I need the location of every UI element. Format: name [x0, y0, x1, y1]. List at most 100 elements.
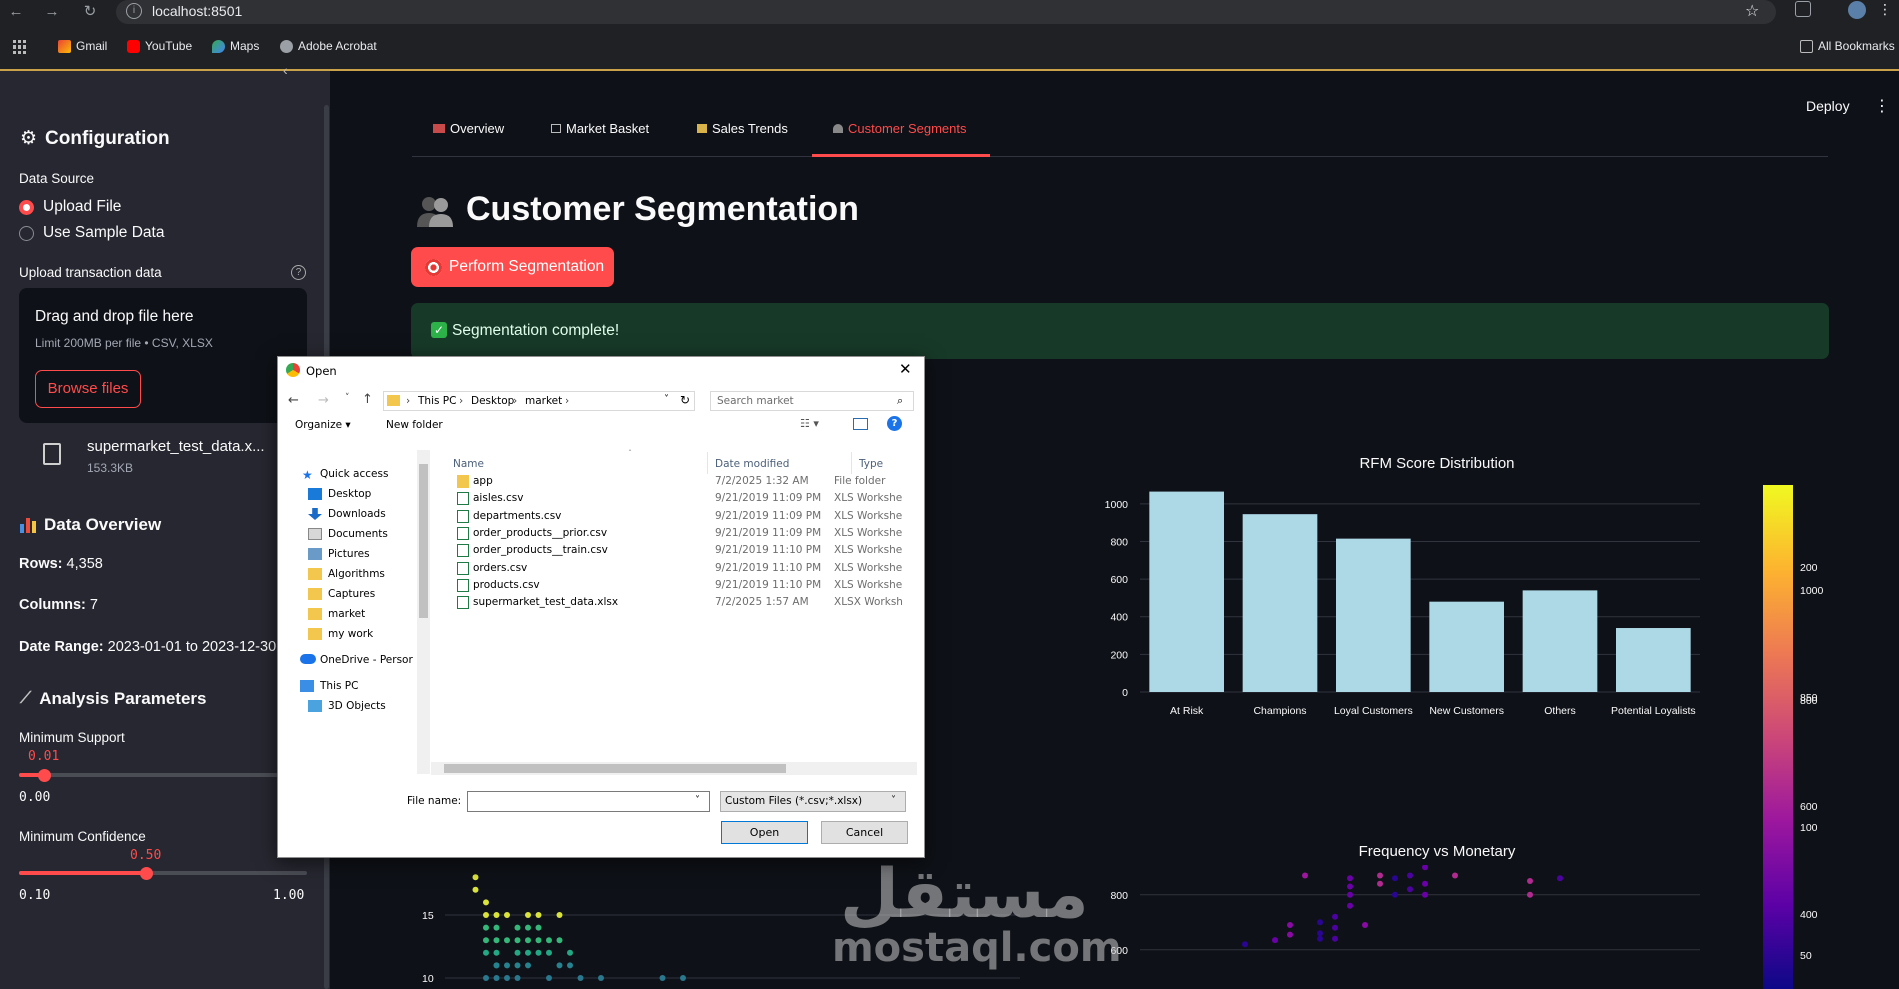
file-type: XLS Workshe	[834, 544, 903, 557]
path-this-pc[interactable]: This PC	[418, 395, 456, 407]
address-bar[interactable]	[116, 0, 1776, 24]
colorbar-label-200: 200	[1800, 562, 1818, 574]
path-desktop[interactable]: Desktop	[471, 395, 514, 407]
bookmark-maps[interactable]: Maps	[212, 39, 259, 53]
file-type: XLS Workshe	[834, 509, 903, 522]
forward-icon[interactable]: →	[42, 2, 62, 22]
tab-overview[interactable]: Overview	[433, 121, 504, 136]
extensions-icon[interactable]	[1795, 1, 1811, 17]
main-menu-icon[interactable]: ⋮	[1874, 96, 1890, 116]
tab-customer-segments[interactable]: Customer Segments	[833, 121, 967, 136]
freq-monetary-scatter[interactable]: 60080010001200	[1090, 865, 1740, 989]
radio-sample-data[interactable]	[19, 226, 34, 241]
col-date[interactable]: Date modified	[715, 458, 789, 470]
file-type-select[interactable]: Custom Files (*.csv;*.xlsx) ˅	[720, 791, 906, 812]
col-name[interactable]: Name	[453, 458, 484, 470]
file-row[interactable]: supermarket_test_data.xlsx 7/2/2025 1:57 …	[453, 594, 913, 612]
nav-my-work[interactable]: my work	[328, 628, 373, 640]
radio-upload-file[interactable]	[19, 200, 34, 215]
scatter-point	[493, 975, 500, 981]
nav-quick-access[interactable]: Quick access	[320, 468, 388, 480]
radio-sample-data-label[interactable]: Use Sample Data	[43, 224, 164, 242]
file-row[interactable]: aisles.csv 9/21/2019 11:09 PM XLS Workshe	[453, 490, 913, 508]
nav-algorithms[interactable]: Algorithms	[328, 568, 385, 580]
open-button[interactable]: Open	[721, 821, 808, 844]
nav-pictures[interactable]: Pictures	[328, 548, 370, 560]
rfm-bar-chart[interactable]: 0 200 400 600 800 1000 At Risk Champions Loyal C…	[1090, 475, 1740, 740]
recent-dropdown-icon[interactable]: ˅	[345, 393, 350, 403]
youtube-icon	[127, 39, 140, 53]
nav-documents[interactable]: Documents	[328, 528, 388, 540]
radio-upload-file-label[interactable]: Upload File	[43, 198, 121, 216]
browse-files-button[interactable]: Browse files	[35, 370, 141, 408]
file-name: aisles.csv	[473, 492, 524, 505]
close-icon[interactable]: ✕	[899, 360, 912, 378]
help-icon[interactable]: ?	[291, 265, 306, 280]
nav-onedrive[interactable]: OneDrive - Persor	[320, 654, 413, 666]
tab-sales-trends[interactable]: Sales Trends	[697, 121, 788, 136]
all-bookmarks[interactable]: All Bookmarks	[1800, 39, 1895, 53]
bookmark-gmail[interactable]: Gmail	[58, 39, 107, 53]
bar	[1429, 601, 1504, 692]
refresh-icon[interactable]: ↻	[680, 393, 690, 407]
nav-this-pc[interactable]: This PC	[320, 680, 358, 692]
min-confidence-thumb[interactable]	[140, 867, 153, 880]
preview-pane-icon[interactable]	[853, 418, 868, 430]
file-row[interactable]: products.csv 9/21/2019 11:10 PM XLS Worksh…	[453, 577, 913, 595]
deploy-button[interactable]: Deploy	[1806, 98, 1850, 114]
up-icon[interactable]: ↑	[362, 392, 373, 407]
nav-downloads[interactable]: Downloads	[328, 508, 386, 520]
path-dropdown-icon[interactable]: ˅	[664, 394, 669, 405]
help-icon[interactable]: ?	[887, 416, 902, 431]
desktop-icon	[308, 488, 322, 500]
file-name-input[interactable]: ˅	[467, 791, 710, 812]
file-row[interactable]: order_products__train.csv 9/21/2019 11:10…	[453, 542, 913, 560]
scatter-point	[1317, 930, 1323, 937]
collapse-sidebar-icon[interactable]: ‹	[283, 62, 288, 78]
organize-menu[interactable]: Organize ▾	[295, 419, 351, 431]
colorbar-label-100: 100	[1800, 822, 1818, 834]
nav-desktop[interactable]: Desktop	[328, 488, 371, 500]
file-hscroll-thumb[interactable]	[444, 764, 786, 773]
folder-icon	[1800, 39, 1813, 53]
apps-grid-icon[interactable]	[13, 40, 27, 54]
cancel-button[interactable]: Cancel	[821, 821, 908, 844]
search-box[interactable]: Search market ⌕	[710, 391, 914, 411]
colorbar-label-600: 600	[1800, 801, 1818, 813]
new-folder-button[interactable]: New folder	[386, 419, 443, 431]
file-hscrollbar[interactable]	[431, 762, 917, 775]
scatter-point	[680, 975, 686, 981]
min-support-thumb[interactable]	[38, 769, 51, 782]
dialog-forward-icon[interactable]: →	[318, 393, 329, 408]
file-row[interactable]: orders.csv 9/21/2019 11:10 PM XLS Workshe	[453, 560, 913, 578]
profile-avatar[interactable]	[1848, 1, 1866, 19]
file-name-dropdown-icon[interactable]: ˅	[695, 795, 700, 806]
chrome-icon	[286, 363, 300, 377]
bookmark-youtube[interactable]: YouTube	[127, 39, 192, 53]
file-row[interactable]: departments.csv 9/21/2019 11:09 PM XLS Wor…	[453, 508, 913, 526]
nav-captures[interactable]: Captures	[328, 588, 375, 600]
col-type[interactable]: Type	[859, 458, 883, 470]
site-info-icon[interactable]: i	[126, 3, 142, 19]
perform-segmentation-button[interactable]: Perform Segmentation	[411, 247, 614, 287]
nav-scrollbar[interactable]	[417, 450, 430, 774]
params-heading: ⟋ Analysis Parameters	[20, 689, 207, 708]
file-row[interactable]: app 7/2/2025 1:32 AM File folder	[453, 473, 913, 491]
path-bar[interactable]: › This PC › Desktop › market › ˅ ↻	[383, 391, 695, 411]
bar	[1242, 514, 1318, 692]
nav-scroll-thumb[interactable]	[419, 464, 428, 618]
reload-icon[interactable]: ↻	[80, 2, 100, 22]
nav-market[interactable]: market	[328, 608, 365, 620]
dialog-title: Open	[306, 364, 337, 378]
view-options-icon[interactable]: ☷ ▾	[800, 417, 819, 430]
nav-3d-objects[interactable]: 3D Objects	[328, 700, 386, 712]
tab-market-basket[interactable]: Market Basket	[551, 121, 649, 136]
file-row[interactable]: order_products__prior.csv 9/21/2019 11:09…	[453, 525, 913, 543]
browser-menu-icon[interactable]: ⋮	[1878, 1, 1892, 18]
dialog-back-icon[interactable]: ←	[288, 393, 299, 408]
bookmark-star-icon[interactable]: ☆	[1745, 1, 1759, 21]
path-market[interactable]: market	[525, 395, 562, 407]
min-support-track[interactable]	[19, 773, 307, 777]
back-icon[interactable]: ←	[6, 2, 26, 22]
bookmark-adobe[interactable]: Adobe Acrobat	[280, 39, 377, 53]
